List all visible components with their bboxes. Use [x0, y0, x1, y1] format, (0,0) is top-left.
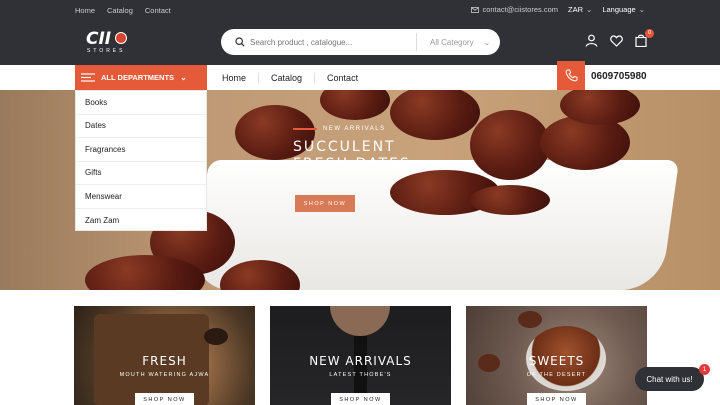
language-label: Language [602, 5, 636, 14]
card-title: SWEETS [528, 354, 585, 368]
language-select[interactable]: Language ⌄ [602, 5, 645, 14]
date-image [204, 328, 228, 345]
top-right: contact@ciistores.com ZAR ⌄ Language ⌄ [471, 5, 645, 14]
chevron-down-icon: ⌄ [586, 5, 593, 14]
card-subtitle: MOUTH WATERING AJWA [119, 372, 210, 378]
department-item-books[interactable]: Books [76, 91, 206, 115]
chevron-down-icon: ⌄ [180, 73, 187, 82]
hero-kicker: NEW ARRIVALS [293, 126, 386, 132]
all-departments-button[interactable]: ALL DEPARTMENTS ⌄ [75, 65, 207, 90]
cart-count-badge: 0 [645, 29, 654, 38]
department-item-gifts[interactable]: Gifts [76, 162, 206, 185]
logo[interactable]: CII STORES [86, 29, 138, 57]
phone-button[interactable] [557, 61, 585, 90]
date-image [560, 90, 640, 125]
heart-icon[interactable] [610, 34, 623, 47]
chevron-down-icon: ⌄ [638, 5, 645, 14]
phone-icon [565, 69, 577, 82]
user-icon[interactable] [585, 34, 598, 47]
card-shop-now-button[interactable]: SHOP NOW [331, 393, 390, 405]
main-nav: Home Catalog Contact [210, 65, 370, 90]
card-title: FRESH [142, 354, 187, 368]
globe-icon [115, 32, 127, 44]
card-title: NEW ARRIVALS [309, 354, 412, 368]
top-link-home[interactable]: Home [75, 6, 95, 15]
top-link-catalog[interactable]: Catalog [107, 6, 133, 15]
currency-label: ZAR [568, 5, 584, 14]
card-shop-now-button[interactable]: SHOP NOW [527, 393, 586, 405]
date-image [320, 90, 390, 120]
chat-notification-badge: 1 [699, 364, 710, 375]
header-icons: 0 [585, 29, 654, 48]
department-item-fragrances[interactable]: Fragrances [76, 138, 206, 162]
department-item-dates[interactable]: Dates [76, 115, 206, 138]
hero-title: SUCCULENT FRESH DATES [293, 139, 411, 173]
department-item-zam-zam[interactable]: Zam Zam [76, 209, 206, 233]
mail-icon [471, 6, 480, 13]
promo-cards: FRESH MOUTH WATERING AJWA SHOP NOW NEW A… [0, 290, 720, 405]
email-text: contact@ciistores.com [482, 5, 559, 14]
search-bar: All Category ⌄ [221, 29, 500, 55]
date-image [390, 90, 480, 140]
top-links: Home Catalog Contact [75, 6, 171, 15]
model-face-image [330, 306, 390, 336]
hero-kicker-text: NEW ARRIVALS [323, 126, 386, 132]
hero-title-line-1: SUCCULENT [293, 139, 396, 155]
cart-button[interactable]: 0 [635, 29, 654, 48]
hero-title-line-2: FRESH DATES [293, 156, 411, 172]
departments-label: ALL DEPARTMENTS [101, 73, 175, 82]
nav-link-home[interactable]: Home [210, 72, 260, 83]
search-input[interactable] [250, 34, 400, 50]
chat-button[interactable]: Chat with us! [635, 367, 704, 391]
email-link[interactable]: contact@ciistores.com [471, 5, 558, 14]
top-link-contact[interactable]: Contact [145, 6, 171, 15]
card-shop-now-button[interactable]: SHOP NOW [135, 393, 194, 405]
nav-link-catalog[interactable]: Catalog [259, 72, 316, 83]
chevron-down-icon: ⌄ [483, 37, 491, 47]
top-bar: Home Catalog Contact contact@ciistores.c… [0, 0, 720, 20]
currency-select[interactable]: ZAR ⌄ [568, 5, 592, 14]
date-image [470, 185, 550, 215]
logo-subtext: STORES [87, 48, 126, 54]
phone-number[interactable]: 0609705980 [591, 71, 647, 82]
logo-text: CII [86, 29, 112, 49]
date-image [470, 110, 550, 180]
search-icon[interactable] [235, 37, 245, 47]
promo-card-fresh[interactable]: FRESH MOUTH WATERING AJWA SHOP NOW [74, 306, 255, 405]
departments-menu: Books Dates Fragrances Gifts Menswear Za… [75, 90, 207, 231]
card-subtitle: OF THE DESERT [526, 372, 587, 378]
department-item-menswear[interactable]: Menswear [76, 185, 206, 209]
promo-card-sweets[interactable]: SWEETS OF THE DESERT SHOP NOW [466, 306, 647, 405]
hero-shop-now-button[interactable]: SHOP NOW [295, 195, 355, 212]
menu-icon [81, 73, 95, 82]
category-label: All Category [430, 37, 474, 47]
nav-link-contact[interactable]: Contact [315, 73, 370, 83]
date-image [518, 311, 542, 328]
card-subtitle: LATEST THOBE'S [329, 372, 392, 378]
promo-card-new-arrivals[interactable]: NEW ARRIVALS LATEST THOBE'S SHOP NOW [270, 306, 451, 405]
category-select[interactable]: All Category ⌄ [416, 33, 492, 51]
